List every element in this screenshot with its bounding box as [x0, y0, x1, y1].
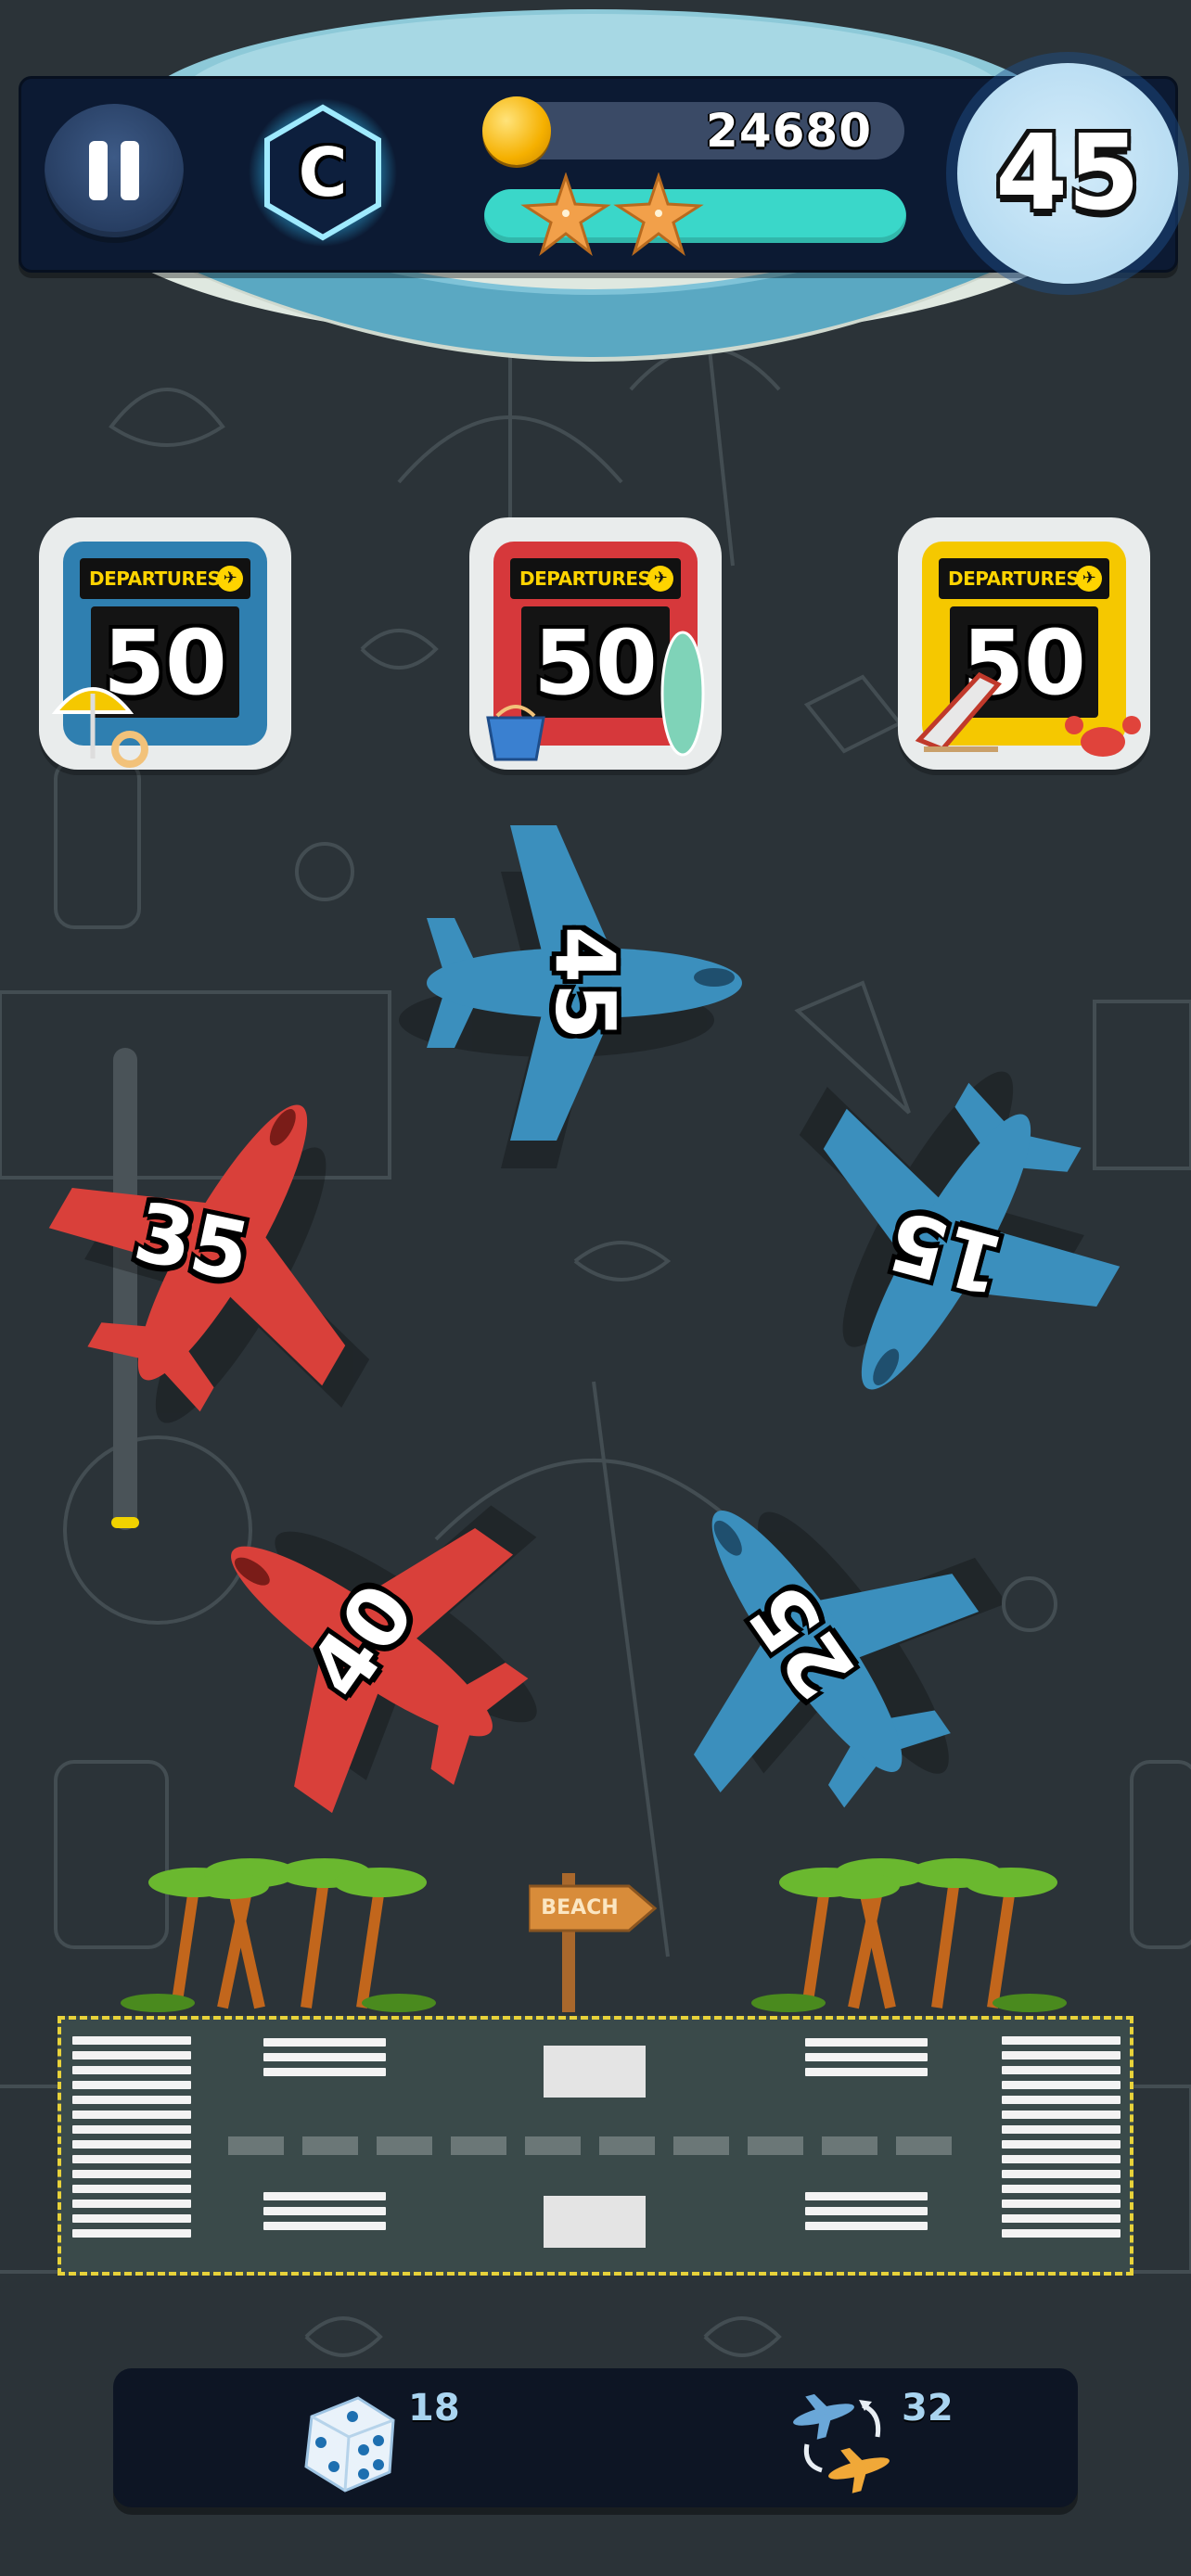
centerline-dash — [673, 2136, 729, 2155]
gate-yellow[interactable]: DEPARTURES ✈ 50 — [898, 517, 1150, 770]
starfish-icon — [520, 172, 611, 256]
swap-planes-icon[interactable] — [787, 2383, 907, 2494]
plane-15[interactable]: 15 — [761, 1066, 1132, 1437]
coin-amount: 24680 — [706, 104, 872, 158]
plane-icon: ✈ — [1076, 566, 1102, 592]
level-number: 45 — [995, 113, 1140, 234]
departures-label: DEPARTURES — [519, 567, 651, 590]
centerline-dash — [525, 2136, 581, 2155]
plane-icon: ✈ — [647, 566, 673, 592]
departures-sign: DEPARTURES ✈ — [939, 558, 1109, 599]
centerline-dash — [302, 2136, 358, 2155]
runway-marking — [805, 2038, 928, 2083]
dice-count: 18 — [408, 2387, 460, 2429]
centerline-dash — [228, 2136, 284, 2155]
centerline-dash — [451, 2136, 506, 2155]
gate-red[interactable]: DEPARTURES ✈ 50 — [469, 517, 722, 770]
runway-marking — [263, 2038, 386, 2083]
runway-marking — [263, 2192, 386, 2237]
runway-block — [544, 2046, 646, 2098]
departures-sign: DEPARTURES ✈ — [80, 558, 250, 599]
plane-icon: ✈ — [217, 566, 243, 592]
plane-35[interactable]: 35 — [28, 1048, 417, 1437]
plane-25[interactable]: 25 — [612, 1447, 1007, 1836]
centerline-dash — [822, 2136, 877, 2155]
plane-45[interactable]: 45 — [399, 797, 770, 1168]
swap-count: 32 — [902, 2387, 954, 2429]
starfish-icon — [613, 172, 704, 256]
crab-icon — [1065, 716, 1141, 757]
side-slider-thumb[interactable] — [111, 1517, 139, 1528]
beach-umbrella-icon — [51, 687, 148, 768]
centerline-dash — [896, 2136, 952, 2155]
departures-sign: DEPARTURES ✈ — [510, 558, 681, 599]
stage-badge: C — [249, 98, 397, 247]
gate-blue[interactable]: DEPARTURES ✈ 50 — [39, 517, 291, 770]
runway-threshold-left — [72, 2036, 191, 2244]
centerline-dash — [377, 2136, 432, 2155]
sand-bucket-icon — [486, 705, 545, 761]
palm-trees-left — [121, 1858, 436, 2012]
beach-chair-icon — [915, 671, 1002, 752]
runway-block — [544, 2196, 646, 2248]
plane-40[interactable]: 40 — [167, 1447, 557, 1836]
coin-icon — [482, 96, 551, 165]
centerline-dash — [748, 2136, 803, 2155]
pause-icon — [89, 141, 108, 200]
palm-trees-right — [751, 1858, 1067, 2012]
plane-number: 45 — [537, 925, 633, 1040]
surfboard-icon — [660, 631, 705, 757]
departures-label: DEPARTURES — [89, 567, 221, 590]
departures-label: DEPARTURES — [948, 567, 1080, 590]
runway-threshold-right — [1002, 2036, 1121, 2244]
beach-sign-label: BEACH — [541, 1896, 619, 1919]
runway-marking — [805, 2192, 928, 2237]
stage-letter: C — [298, 134, 348, 211]
pause-icon-bar — [121, 141, 139, 200]
pause-button[interactable] — [45, 104, 184, 237]
centerline-dash — [599, 2136, 655, 2155]
dice-icon[interactable] — [293, 2389, 401, 2496]
